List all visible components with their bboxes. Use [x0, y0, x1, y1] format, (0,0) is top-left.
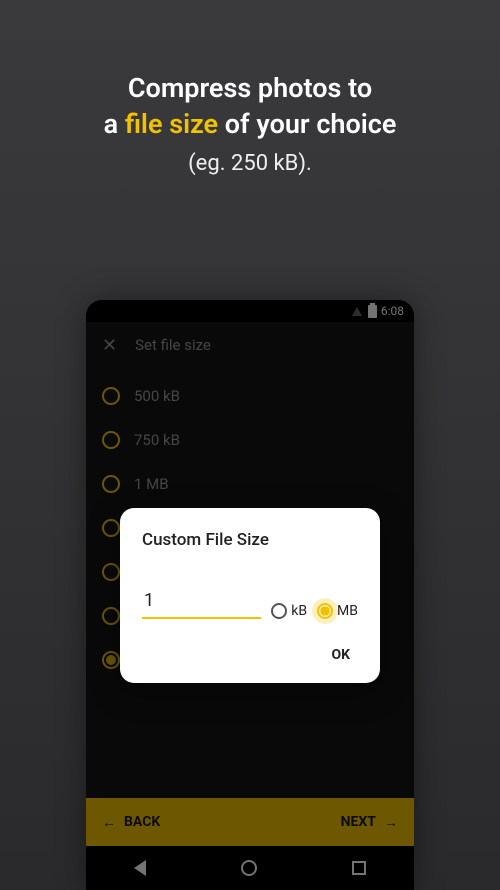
custom-size-dialog: Custom File Size kB MB OK: [120, 508, 380, 683]
hero-text: Compress photos to a file size of your c…: [0, 0, 500, 176]
unit-kb-option[interactable]: kB: [271, 603, 307, 619]
unit-mb-option[interactable]: MB: [317, 603, 358, 619]
unit-mb-label: MB: [337, 603, 358, 619]
ok-button[interactable]: OK: [323, 641, 358, 669]
size-value-input[interactable]: [142, 586, 261, 619]
hero-subtitle: (eg. 250 kB).: [40, 151, 460, 176]
dialog-overlay: Custom File Size kB MB OK: [86, 300, 414, 890]
phone-frame: 6:08 ✕ Set file size 500 kB 750 kB 1 MB …: [86, 300, 414, 890]
hero-line-2: a file size of your choice: [40, 106, 460, 142]
unit-kb-label: kB: [291, 603, 307, 619]
radio-icon-selected: [317, 603, 333, 619]
radio-icon: [271, 603, 287, 619]
hero-highlight: file size: [125, 108, 218, 140]
dialog-title: Custom File Size: [142, 530, 358, 550]
hero-line-1: Compress photos to: [40, 70, 460, 106]
